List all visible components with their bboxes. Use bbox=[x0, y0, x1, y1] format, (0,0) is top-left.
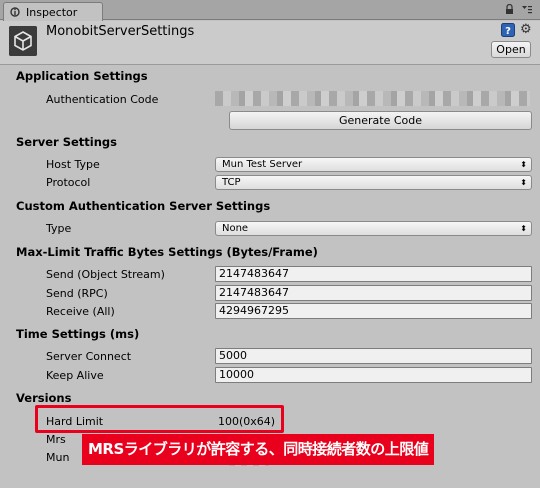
protocol-label: Protocol bbox=[46, 176, 91, 189]
unity-asset-icon bbox=[9, 26, 37, 56]
auth-type-value: None bbox=[222, 223, 249, 234]
receive-label: Receive (All) bbox=[46, 305, 115, 318]
dropdown-arrow-icon: ⬍ bbox=[520, 178, 527, 187]
send-object-label: Send (Object Stream) bbox=[46, 268, 165, 281]
mrs-label: Mrs bbox=[46, 433, 66, 446]
open-button[interactable]: Open bbox=[491, 41, 531, 58]
dropdown-arrow-icon: ⬍ bbox=[520, 160, 527, 169]
section-application-settings: Application Settings bbox=[16, 69, 148, 83]
inspector-header: MonobitServerSettings ? ⚙ Open bbox=[0, 21, 540, 65]
svg-text:?: ? bbox=[505, 26, 511, 37]
send-object-field[interactable]: 2147483647 bbox=[215, 266, 532, 282]
inspector-tabbar: Inspector bbox=[0, 0, 540, 21]
gear-icon[interactable]: ⚙ bbox=[520, 23, 534, 37]
auth-type-label: Type bbox=[46, 222, 72, 235]
host-type-dropdown[interactable]: Mun Test Server ⬍ bbox=[215, 157, 532, 172]
host-type-label: Host Type bbox=[46, 158, 100, 171]
dropdown-arrow-icon: ⬍ bbox=[520, 224, 527, 233]
server-connect-label: Server Connect bbox=[46, 350, 132, 363]
section-versions: Versions bbox=[16, 391, 72, 405]
help-icon[interactable]: ? bbox=[501, 23, 515, 37]
section-time-settings: Time Settings (ms) bbox=[16, 327, 140, 341]
inspector-icon bbox=[10, 7, 20, 17]
keep-alive-field[interactable]: 10000 bbox=[215, 367, 532, 383]
auth-code-value-redacted bbox=[215, 91, 530, 106]
protocol-value: TCP bbox=[222, 177, 241, 188]
auth-code-label: Authentication Code bbox=[46, 93, 159, 106]
generate-code-button[interactable]: Generate Code bbox=[229, 111, 532, 130]
section-max-limit: Max-Limit Traffic Bytes Settings (Bytes/… bbox=[16, 245, 318, 259]
lock-icon[interactable] bbox=[505, 4, 514, 15]
send-rpc-field[interactable]: 2147483647 bbox=[215, 285, 532, 301]
protocol-dropdown[interactable]: TCP ⬍ bbox=[215, 175, 532, 190]
section-custom-auth: Custom Authentication Server Settings bbox=[16, 199, 271, 213]
annotation-caption: MRSライブラリが許容する、同時接続者数の上限値 bbox=[82, 434, 435, 465]
section-server-settings: Server Settings bbox=[16, 135, 118, 149]
inspector-tab[interactable]: Inspector bbox=[3, 2, 103, 21]
keep-alive-label: Keep Alive bbox=[46, 369, 104, 382]
server-connect-field[interactable]: 5000 bbox=[215, 348, 532, 364]
receive-field[interactable]: 4294967295 bbox=[215, 303, 532, 319]
auth-type-dropdown[interactable]: None ⬍ bbox=[215, 221, 532, 236]
hard-limit-highlight-box bbox=[35, 405, 284, 433]
host-type-value: Mun Test Server bbox=[222, 159, 303, 170]
menu-icon[interactable] bbox=[521, 4, 533, 15]
tab-label: Inspector bbox=[26, 6, 78, 19]
send-rpc-label: Send (RPC) bbox=[46, 287, 108, 300]
mun-label: Mun bbox=[46, 451, 70, 464]
asset-title: MonobitServerSettings bbox=[46, 24, 195, 39]
